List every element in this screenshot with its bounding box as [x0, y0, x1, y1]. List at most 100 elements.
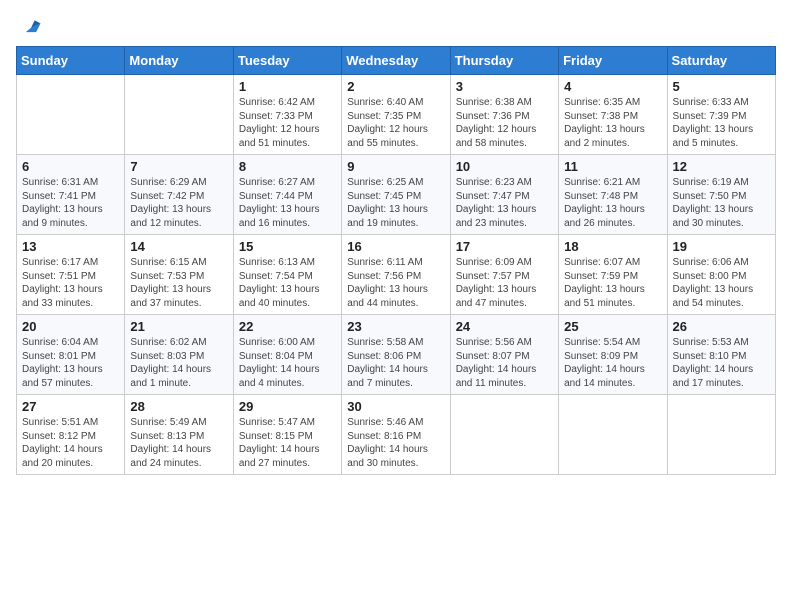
calendar-cell: 9 Sunrise: 6:25 AM Sunset: 7:45 PM Daylig… [342, 155, 450, 235]
calendar-cell: 5 Sunrise: 6:33 AM Sunset: 7:39 PM Daylig… [667, 75, 775, 155]
calendar-cell: 28 Sunrise: 5:49 AM Sunset: 8:13 PM Dayli… [125, 395, 233, 475]
calendar-body: 1Sunrise: 6:42 AM Sunset: 7:33 PM Daylig… [17, 75, 776, 475]
week-row-3: 13 Sunrise: 6:17 AM Sunset: 7:51 PM Dayli… [17, 235, 776, 315]
weekday-saturday: Saturday [667, 47, 775, 75]
day-number: 11 [564, 159, 661, 174]
day-info: Sunrise: 6:35 AM Sunset: 7:38 PM Dayligh… [564, 96, 661, 150]
day-info: Sunrise: 5:49 AM Sunset: 8:13 PM Dayligh… [130, 416, 227, 470]
calendar-cell: 27 Sunrise: 5:51 AM Sunset: 8:12 PM Dayli… [17, 395, 125, 475]
day-info: Sunrise: 5:58 AM Sunset: 8:06 PM Dayligh… [347, 336, 444, 390]
day-number: 16 [347, 239, 444, 254]
calendar-cell: 22 Sunrise: 6:00 AM Sunset: 8:04 PM Dayli… [233, 315, 341, 395]
day-info: Sunrise: 6:19 AM Sunset: 7:50 PM Dayligh… [673, 176, 770, 230]
day-number: 13 [22, 239, 119, 254]
day-info: Sunrise: 5:47 AM Sunset: 8:15 PM Dayligh… [239, 416, 336, 470]
day-number: 23 [347, 319, 444, 334]
day-number: 4 [564, 79, 661, 94]
day-number: 27 [22, 399, 119, 414]
weekday-monday: Monday [125, 47, 233, 75]
day-number: 25 [564, 319, 661, 334]
calendar-cell: 26 Sunrise: 5:53 AM Sunset: 8:10 PM Dayli… [667, 315, 775, 395]
page-header [16, 16, 776, 38]
calendar-cell: 10 Sunrise: 6:23 AM Sunset: 7:47 PM Dayli… [450, 155, 558, 235]
day-number: 14 [130, 239, 227, 254]
day-number: 9 [347, 159, 444, 174]
day-info: Sunrise: 5:46 AM Sunset: 8:16 PM Dayligh… [347, 416, 444, 470]
calendar-cell: 13 Sunrise: 6:17 AM Sunset: 7:51 PM Dayli… [17, 235, 125, 315]
calendar-table: SundayMondayTuesdayWednesdayThursdayFrid… [16, 46, 776, 475]
calendar-cell: 18 Sunrise: 6:07 AM Sunset: 7:59 PM Dayli… [559, 235, 667, 315]
calendar-cell: 7Sunrise: 6:29 AM Sunset: 7:42 PM Daylig… [125, 155, 233, 235]
calendar-cell: 2 Sunrise: 6:40 AM Sunset: 7:35 PM Daylig… [342, 75, 450, 155]
day-info: Sunrise: 6:38 AM Sunset: 7:36 PM Dayligh… [456, 96, 553, 150]
calendar-cell: 23 Sunrise: 5:58 AM Sunset: 8:06 PM Dayli… [342, 315, 450, 395]
day-info: Sunrise: 6:31 AM Sunset: 7:41 PM Dayligh… [22, 176, 119, 230]
calendar-cell: 14 Sunrise: 6:15 AM Sunset: 7:53 PM Dayli… [125, 235, 233, 315]
day-number: 24 [456, 319, 553, 334]
calendar-cell: 29Sunrise: 5:47 AM Sunset: 8:15 PM Dayli… [233, 395, 341, 475]
logo-icon [20, 16, 42, 38]
calendar-cell: 24 Sunrise: 5:56 AM Sunset: 8:07 PM Dayli… [450, 315, 558, 395]
calendar-cell: 19 Sunrise: 6:06 AM Sunset: 8:00 PM Dayli… [667, 235, 775, 315]
day-number: 12 [673, 159, 770, 174]
week-row-5: 27 Sunrise: 5:51 AM Sunset: 8:12 PM Dayli… [17, 395, 776, 475]
day-number: 10 [456, 159, 553, 174]
day-info: Sunrise: 6:11 AM Sunset: 7:56 PM Dayligh… [347, 256, 444, 310]
calendar-cell: 16 Sunrise: 6:11 AM Sunset: 7:56 PM Dayli… [342, 235, 450, 315]
day-number: 2 [347, 79, 444, 94]
calendar-cell: 3Sunrise: 6:38 AM Sunset: 7:36 PM Daylig… [450, 75, 558, 155]
day-number: 28 [130, 399, 227, 414]
day-info: Sunrise: 5:54 AM Sunset: 8:09 PM Dayligh… [564, 336, 661, 390]
day-info: Sunrise: 6:33 AM Sunset: 7:39 PM Dayligh… [673, 96, 770, 150]
logo [16, 16, 42, 38]
day-info: Sunrise: 6:42 AM Sunset: 7:33 PM Dayligh… [239, 96, 336, 150]
day-info: Sunrise: 6:09 AM Sunset: 7:57 PM Dayligh… [456, 256, 553, 310]
calendar-cell: 11 Sunrise: 6:21 AM Sunset: 7:48 PM Dayli… [559, 155, 667, 235]
weekday-header-row: SundayMondayTuesdayWednesdayThursdayFrid… [17, 47, 776, 75]
calendar-cell: 6 Sunrise: 6:31 AM Sunset: 7:41 PM Daylig… [17, 155, 125, 235]
day-info: Sunrise: 5:51 AM Sunset: 8:12 PM Dayligh… [22, 416, 119, 470]
day-info: Sunrise: 6:00 AM Sunset: 8:04 PM Dayligh… [239, 336, 336, 390]
day-info: Sunrise: 6:15 AM Sunset: 7:53 PM Dayligh… [130, 256, 227, 310]
day-info: Sunrise: 6:17 AM Sunset: 7:51 PM Dayligh… [22, 256, 119, 310]
day-number: 7 [130, 159, 227, 174]
day-number: 20 [22, 319, 119, 334]
day-info: Sunrise: 6:25 AM Sunset: 7:45 PM Dayligh… [347, 176, 444, 230]
calendar-cell: 4 Sunrise: 6:35 AM Sunset: 7:38 PM Daylig… [559, 75, 667, 155]
day-number: 6 [22, 159, 119, 174]
calendar-cell [450, 395, 558, 475]
day-number: 21 [130, 319, 227, 334]
calendar-cell: 30 Sunrise: 5:46 AM Sunset: 8:16 PM Dayli… [342, 395, 450, 475]
calendar-cell: 20 Sunrise: 6:04 AM Sunset: 8:01 PM Dayli… [17, 315, 125, 395]
day-info: Sunrise: 6:06 AM Sunset: 8:00 PM Dayligh… [673, 256, 770, 310]
week-row-2: 6 Sunrise: 6:31 AM Sunset: 7:41 PM Daylig… [17, 155, 776, 235]
day-info: Sunrise: 6:27 AM Sunset: 7:44 PM Dayligh… [239, 176, 336, 230]
day-number: 5 [673, 79, 770, 94]
day-info: Sunrise: 6:07 AM Sunset: 7:59 PM Dayligh… [564, 256, 661, 310]
day-number: 19 [673, 239, 770, 254]
day-info: Sunrise: 5:56 AM Sunset: 8:07 PM Dayligh… [456, 336, 553, 390]
calendar-cell [559, 395, 667, 475]
day-info: Sunrise: 6:21 AM Sunset: 7:48 PM Dayligh… [564, 176, 661, 230]
day-number: 30 [347, 399, 444, 414]
day-number: 22 [239, 319, 336, 334]
weekday-tuesday: Tuesday [233, 47, 341, 75]
calendar-cell: 21 Sunrise: 6:02 AM Sunset: 8:03 PM Dayli… [125, 315, 233, 395]
calendar-cell: 17Sunrise: 6:09 AM Sunset: 7:57 PM Dayli… [450, 235, 558, 315]
day-info: Sunrise: 6:13 AM Sunset: 7:54 PM Dayligh… [239, 256, 336, 310]
week-row-4: 20 Sunrise: 6:04 AM Sunset: 8:01 PM Dayli… [17, 315, 776, 395]
day-info: Sunrise: 6:23 AM Sunset: 7:47 PM Dayligh… [456, 176, 553, 230]
day-info: Sunrise: 6:04 AM Sunset: 8:01 PM Dayligh… [22, 336, 119, 390]
calendar-cell: 25 Sunrise: 5:54 AM Sunset: 8:09 PM Dayli… [559, 315, 667, 395]
calendar-cell [667, 395, 775, 475]
day-info: Sunrise: 6:02 AM Sunset: 8:03 PM Dayligh… [130, 336, 227, 390]
weekday-thursday: Thursday [450, 47, 558, 75]
day-number: 18 [564, 239, 661, 254]
day-info: Sunrise: 6:40 AM Sunset: 7:35 PM Dayligh… [347, 96, 444, 150]
calendar-cell [17, 75, 125, 155]
day-info: Sunrise: 5:53 AM Sunset: 8:10 PM Dayligh… [673, 336, 770, 390]
calendar-cell: 8Sunrise: 6:27 AM Sunset: 7:44 PM Daylig… [233, 155, 341, 235]
weekday-sunday: Sunday [17, 47, 125, 75]
calendar-cell: 15Sunrise: 6:13 AM Sunset: 7:54 PM Dayli… [233, 235, 341, 315]
day-number: 26 [673, 319, 770, 334]
